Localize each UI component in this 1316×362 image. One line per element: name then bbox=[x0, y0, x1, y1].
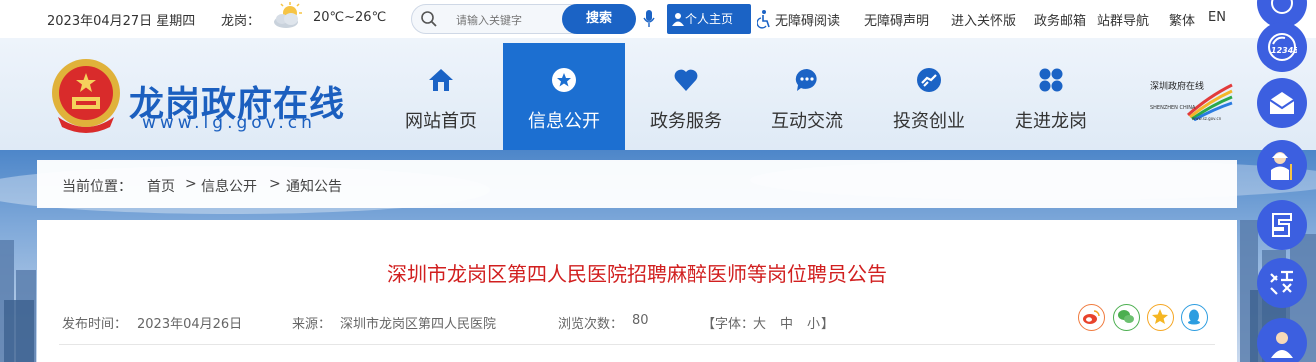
12345-icon: 12345 bbox=[1268, 33, 1297, 61]
meta-divider bbox=[59, 344, 1215, 345]
float-search-zoom-button[interactable] bbox=[1257, 258, 1307, 308]
nav-home[interactable]: 网站首页 bbox=[380, 43, 502, 150]
person-icon bbox=[1271, 332, 1293, 358]
publish-date: 2023年04月26日 bbox=[137, 317, 243, 332]
nav-about-longgang-label: 走进龙岗 bbox=[1015, 111, 1087, 132]
nav-investment[interactable]: 投资创业 bbox=[868, 43, 990, 150]
search-button[interactable]: 搜索 bbox=[562, 4, 636, 34]
user-icon bbox=[672, 13, 684, 26]
heart-icon bbox=[674, 69, 698, 91]
grid-icon bbox=[1039, 68, 1063, 92]
profile-icon bbox=[1271, 0, 1293, 14]
write-icon bbox=[1272, 213, 1292, 237]
home-icon bbox=[429, 69, 453, 91]
share-wechat-button[interactable] bbox=[1113, 304, 1140, 331]
accessibility-statement-link[interactable]: 无障碍声明 bbox=[864, 10, 929, 29]
qzone-star-icon bbox=[1152, 309, 1168, 324]
share-qq-button[interactable] bbox=[1181, 304, 1208, 331]
float-write-button[interactable] bbox=[1257, 200, 1307, 250]
qq-icon bbox=[1188, 309, 1200, 325]
microphone-icon[interactable] bbox=[643, 9, 655, 29]
nav-about-longgang[interactable]: 走进龙岗 bbox=[990, 43, 1112, 150]
sz-url-text: www.sz.gov.cn bbox=[1192, 116, 1222, 121]
float-12345-button[interactable]: 12345 bbox=[1257, 22, 1307, 72]
nav-info-disclosure-label: 信息公开 bbox=[528, 111, 600, 132]
breadcrumb-label: 当前位置： bbox=[62, 179, 132, 195]
mail-icon bbox=[1269, 92, 1295, 114]
share-qzone-button[interactable] bbox=[1147, 304, 1174, 331]
nav-interaction-label: 互动交流 bbox=[771, 111, 843, 132]
breadcrumb-separator: > bbox=[269, 176, 281, 192]
views-count: 80 bbox=[632, 313, 649, 328]
nav-gov-services-label: 政务服务 bbox=[650, 111, 722, 132]
personal-homepage-button[interactable]: 个人主页 bbox=[667, 4, 751, 34]
site-navigation-link[interactable]: 站群导航 bbox=[1097, 10, 1149, 29]
accessible-reading-link[interactable]: 无障碍阅读 bbox=[775, 10, 840, 29]
share-weibo-button[interactable] bbox=[1078, 304, 1105, 331]
svg-text:12345: 12345 bbox=[1271, 46, 1297, 55]
search-zoom-icon bbox=[1270, 270, 1293, 295]
accessibility-icon[interactable] bbox=[757, 9, 771, 29]
chat-icon bbox=[795, 68, 817, 91]
article-title: 深圳市龙岗区第四人民医院招聘麻醉医师等岗位聘员公告 bbox=[387, 262, 887, 286]
breadcrumb-notices[interactable]: 通知公告 bbox=[286, 176, 342, 196]
nav-interaction[interactable]: 互动交流 bbox=[746, 43, 868, 150]
national-emblem-logo bbox=[52, 59, 120, 133]
publish-label: 发布时间： bbox=[62, 317, 128, 332]
personal-homepage-label: 个人主页 bbox=[685, 12, 734, 26]
float-mail-button[interactable] bbox=[1257, 78, 1307, 128]
source-value: 深圳市龙岗区第四人民医院 bbox=[340, 317, 497, 332]
top-utility-bar: 2023年04月27日 星期四 龙岗： 20℃~26℃ 搜索 个人主页 bbox=[0, 0, 1316, 38]
nav-investment-label: 投资创业 bbox=[893, 111, 965, 132]
sz-en-text: SHENZHEN CHINA bbox=[1150, 105, 1196, 111]
nav-home-label: 网站首页 bbox=[405, 111, 477, 132]
font-medium-button[interactable]: 中 bbox=[780, 313, 793, 332]
handshake-icon bbox=[917, 68, 941, 92]
traditional-chinese-link[interactable]: 繁体 bbox=[1169, 10, 1195, 29]
breadcrumb-separator: > bbox=[185, 176, 197, 192]
gov-mail-link[interactable]: 政务邮箱 bbox=[1034, 10, 1086, 29]
star-icon bbox=[552, 68, 576, 92]
font-large-button[interactable]: 大 bbox=[753, 313, 766, 332]
article-card: 深圳市龙岗区第四人民医院招聘麻醉医师等岗位聘员公告 发布时间： 2023年04月… bbox=[37, 220, 1237, 362]
font-small-button[interactable]: 小 bbox=[807, 313, 820, 332]
breadcrumb: 当前位置： 首页 > 信息公开 > 通知公告 bbox=[37, 160, 1237, 208]
source-label: 来源： bbox=[292, 317, 332, 332]
breadcrumb-home[interactable]: 首页 bbox=[147, 176, 175, 196]
sz-brand-text: 深圳政府在线 bbox=[1150, 80, 1204, 92]
nav-gov-services[interactable]: 政务服务 bbox=[625, 43, 747, 150]
temperature: 20℃~26℃ bbox=[313, 10, 387, 25]
current-date: 2023年04月27日 星期四 bbox=[47, 14, 196, 29]
nav-info-disclosure[interactable]: 信息公开 bbox=[503, 43, 625, 150]
english-link[interactable]: EN bbox=[1208, 10, 1226, 25]
float-elderly-button[interactable] bbox=[1257, 140, 1307, 190]
site-url: www.lg.gov.cn bbox=[142, 113, 316, 133]
breadcrumb-info-disclosure[interactable]: 信息公开 bbox=[201, 176, 257, 196]
search-input[interactable] bbox=[456, 10, 556, 30]
wechat-icon bbox=[1118, 310, 1134, 323]
location-label: 龙岗： bbox=[221, 14, 261, 29]
partly-cloudy-icon bbox=[274, 2, 302, 28]
search-icon bbox=[421, 11, 437, 27]
font-size-label: 【字体： bbox=[702, 317, 755, 332]
shenzhen-gov-logo[interactable]: 深圳政府在线 SHENZHEN CHINA www.sz.gov.cn bbox=[1148, 79, 1234, 121]
site-header: 龙岗政府在线 www.lg.gov.cn 网站首页 信息公开 政务服务 互动交流 bbox=[0, 38, 1316, 150]
elderly-icon bbox=[1271, 152, 1292, 180]
font-size-bracket: 】 bbox=[821, 317, 835, 332]
views-label: 浏览次数： bbox=[558, 317, 624, 332]
float-profile-button[interactable] bbox=[1257, 318, 1307, 362]
care-version-link[interactable]: 进入关怀版 bbox=[951, 10, 1016, 29]
weibo-icon bbox=[1083, 310, 1100, 324]
